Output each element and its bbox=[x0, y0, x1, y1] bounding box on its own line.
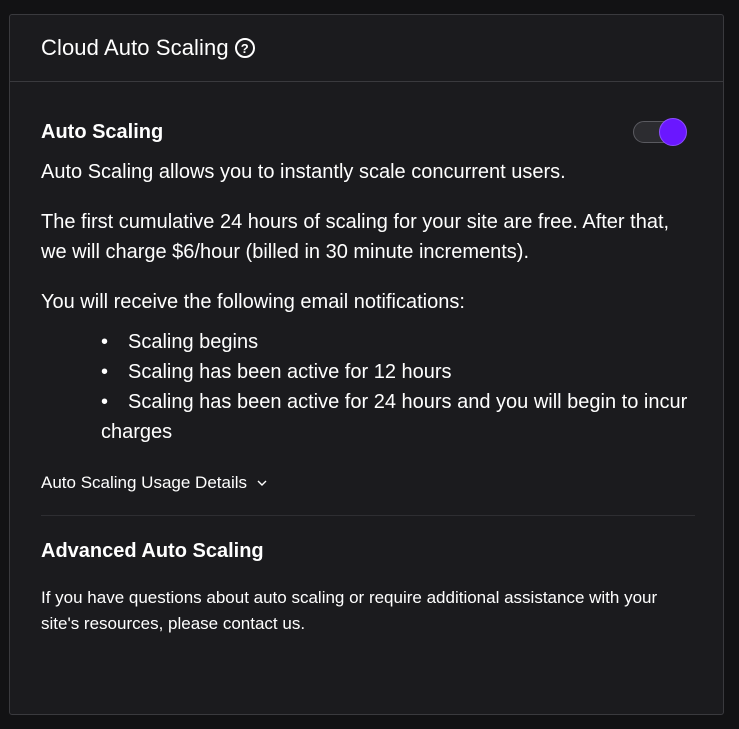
usage-details-toggle[interactable]: Auto Scaling Usage Details bbox=[41, 473, 267, 493]
usage-details-label: Auto Scaling Usage Details bbox=[41, 473, 248, 492]
panel-header: Cloud Auto Scaling ? bbox=[10, 15, 723, 82]
bullet: • bbox=[101, 391, 109, 413]
panel-title: Cloud Auto Scaling bbox=[41, 35, 229, 60]
bullet: • bbox=[101, 361, 109, 383]
auto-scaling-toggle[interactable] bbox=[633, 118, 687, 146]
list-item: • Scaling begins bbox=[101, 327, 693, 357]
list-item: • Scaling has been active for 12 hours bbox=[101, 357, 693, 387]
notification-text: Scaling has been active for 12 hours bbox=[128, 361, 452, 383]
toggle-knob bbox=[659, 118, 687, 146]
question-circle-icon[interactable]: ? bbox=[234, 38, 255, 58]
pricing-text: The first cumulative 24 hours of scaling… bbox=[41, 211, 670, 263]
notification-text: Scaling has been active for 24 hours and… bbox=[101, 391, 688, 443]
notifications-list: • Scaling begins • Scaling has been acti… bbox=[41, 327, 693, 447]
advanced-auto-scaling-text: If you have questions about auto scaling… bbox=[41, 588, 658, 633]
cloud-auto-scaling-panel: Cloud Auto Scaling ? Auto Scaling Auto S… bbox=[9, 14, 724, 715]
divider bbox=[41, 515, 695, 516]
list-item: • Scaling has been active for 24 hours a… bbox=[101, 387, 693, 447]
auto-scaling-description: Auto Scaling allows you to instantly sca… bbox=[41, 161, 566, 183]
advanced-auto-scaling-title: Advanced Auto Scaling bbox=[41, 540, 264, 562]
notifications-intro: You will receive the following email not… bbox=[41, 291, 465, 313]
chevron-down-icon bbox=[257, 480, 267, 486]
notification-text: Scaling begins bbox=[128, 331, 259, 353]
bullet: • bbox=[101, 331, 109, 353]
auto-scaling-title: Auto Scaling bbox=[41, 120, 164, 143]
panel-body: Auto Scaling Auto Scaling allows you to … bbox=[10, 116, 723, 637]
auto-scaling-row: Auto Scaling bbox=[41, 116, 693, 148]
